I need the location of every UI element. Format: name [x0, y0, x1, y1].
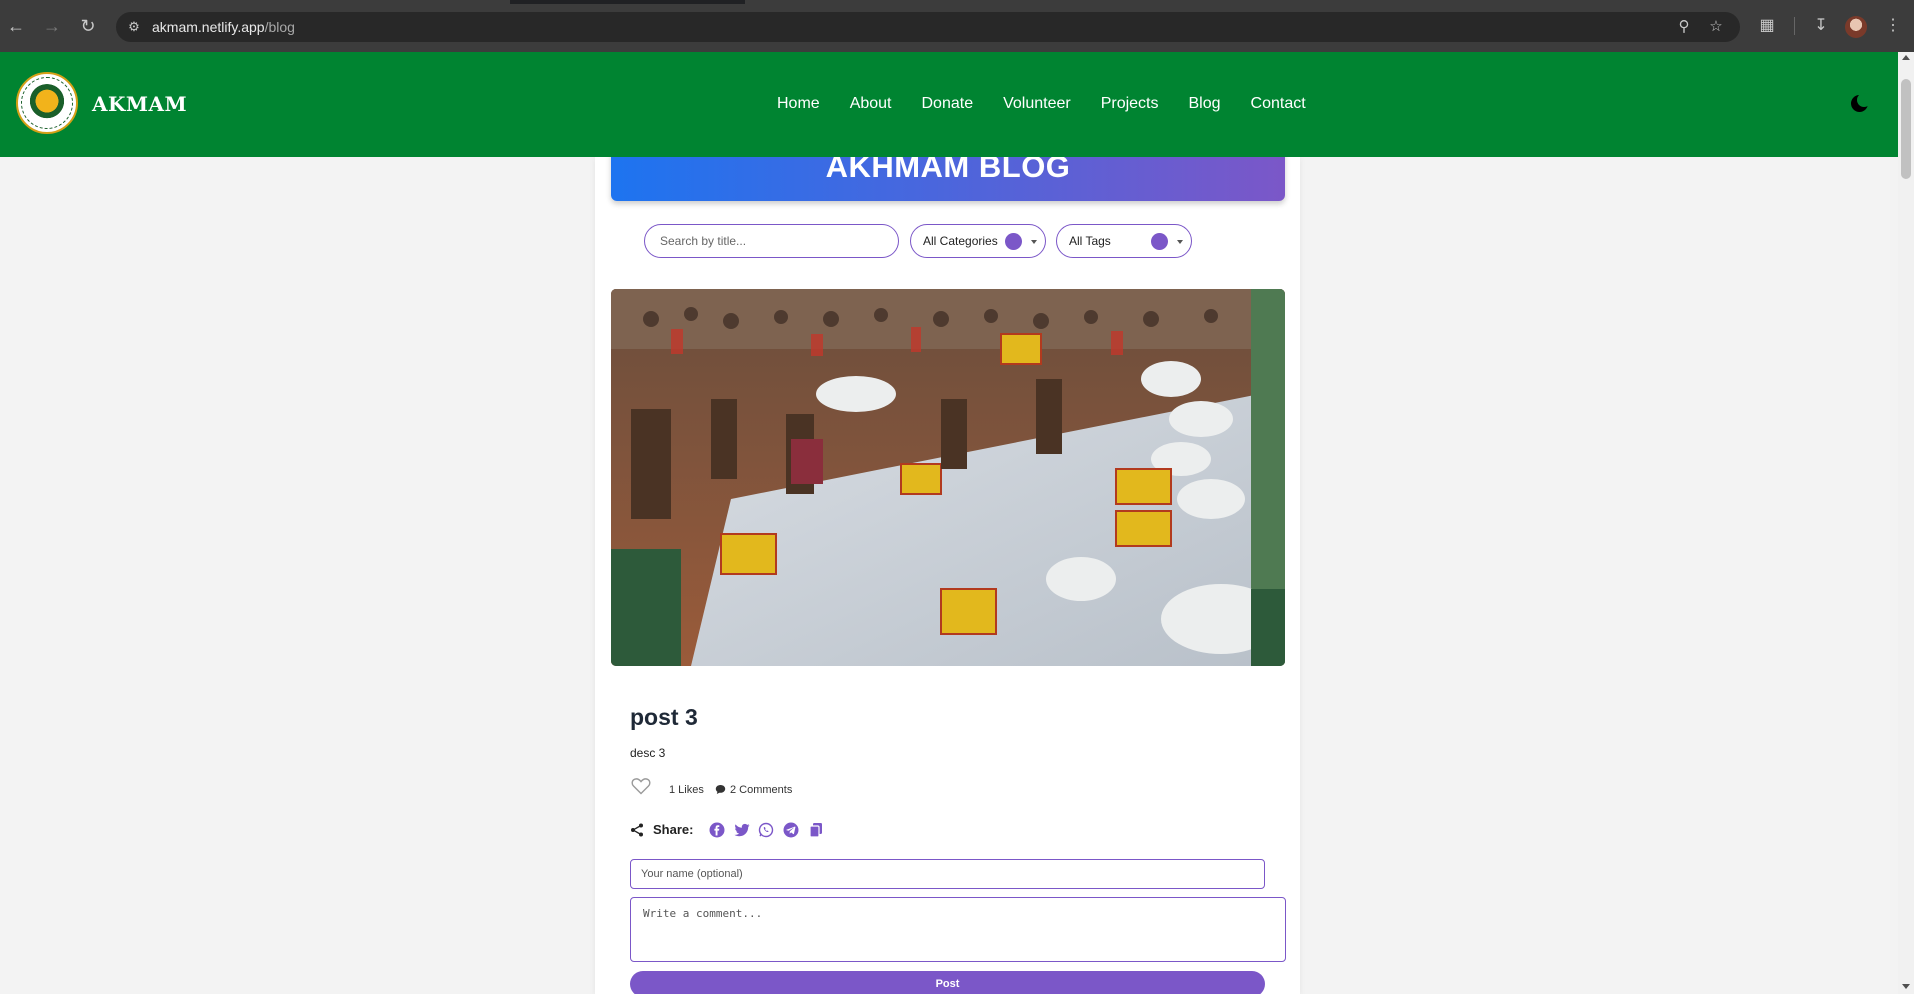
comments-count[interactable]: 2 Comments — [730, 784, 792, 796]
post-comment-button[interactable]: Post — [630, 971, 1265, 994]
whatsapp-icon[interactable] — [758, 822, 774, 838]
bookmark-star-icon[interactable]: ☆ — [1708, 19, 1724, 35]
nav-contact[interactable]: Contact — [1251, 94, 1306, 114]
blog-panel: AKHMAM BLOG All Categories All Tags — [595, 157, 1300, 994]
name-input[interactable] — [630, 859, 1265, 889]
logo[interactable] — [16, 72, 78, 134]
chevron-down-icon — [1177, 240, 1183, 244]
address-bar[interactable]: ⚙ akmam.netlify.app/blog ⚲ ☆ — [116, 12, 1740, 42]
tab-strip — [0, 0, 1914, 4]
nav-projects[interactable]: Projects — [1101, 94, 1159, 114]
nav-home[interactable]: Home — [777, 94, 820, 114]
post-description: desc 3 — [630, 746, 666, 760]
food-distribution-photo — [611, 289, 1285, 666]
forward-icon[interactable]: → — [40, 14, 64, 38]
scroll-down-arrow-icon[interactable] — [1902, 984, 1910, 989]
share-label: Share: — [653, 822, 694, 837]
scroll-thumb[interactable] — [1901, 79, 1911, 179]
likes-count: 1 Likes — [669, 784, 704, 796]
scroll-up-arrow-icon[interactable] — [1902, 55, 1910, 60]
brand-name[interactable]: AKMAM — [92, 92, 187, 116]
main-nav: Home About Donate Volunteer Projects Blo… — [777, 94, 1336, 114]
comment-textarea[interactable] — [630, 897, 1286, 962]
category-select[interactable]: All Categories — [910, 224, 1046, 258]
category-color-dot — [1005, 233, 1022, 250]
blog-banner: AKHMAM BLOG — [611, 157, 1285, 201]
site-header: AKMAM Home About Donate Volunteer Projec… — [0, 52, 1898, 157]
post-title[interactable]: post 3 — [630, 704, 698, 731]
comment-bubble-icon — [715, 785, 726, 794]
tag-select-label: All Tags — [1069, 234, 1111, 248]
post-image[interactable] — [611, 289, 1285, 666]
blog-title: AKHMAM BLOG — [825, 157, 1071, 184]
chevron-down-icon — [1031, 240, 1037, 244]
facebook-icon[interactable] — [709, 822, 725, 838]
nav-blog[interactable]: Blog — [1189, 94, 1221, 114]
menu-kebab-icon[interactable]: ⋮ — [1882, 15, 1904, 37]
site-info-icon[interactable]: ⚙ — [126, 19, 142, 35]
profile-avatar[interactable] — [1845, 16, 1867, 38]
download-icon[interactable]: ↧ — [1810, 15, 1832, 37]
nav-volunteer[interactable]: Volunteer — [1003, 94, 1071, 114]
dark-mode-moon-icon[interactable] — [1849, 93, 1871, 114]
tag-color-dot — [1151, 233, 1168, 250]
browser-toolbar: ← → ↻ ⚙ akmam.netlify.app/blog ⚲ ☆ ▦ ↧ ⋮ — [0, 0, 1914, 52]
page-scrollbar[interactable] — [1898, 52, 1914, 994]
copy-link-icon[interactable] — [808, 822, 824, 838]
extensions-icon[interactable]: ▦ — [1756, 15, 1778, 37]
twitter-icon[interactable] — [734, 822, 750, 838]
search-input[interactable] — [644, 224, 899, 258]
url-text[interactable]: akmam.netlify.app/blog — [152, 19, 295, 35]
back-icon[interactable]: ← — [4, 14, 28, 38]
heart-icon[interactable] — [631, 777, 651, 795]
share-icon — [631, 823, 643, 837]
zoom-icon[interactable]: ⚲ — [1676, 19, 1692, 35]
telegram-icon[interactable] — [783, 822, 799, 838]
category-select-label: All Categories — [923, 234, 998, 248]
toolbar-divider — [1794, 17, 1795, 35]
nav-about[interactable]: About — [850, 94, 892, 114]
tag-select[interactable]: All Tags — [1056, 224, 1192, 258]
reload-icon[interactable]: ↻ — [76, 14, 100, 38]
page-content: AKHMAM BLOG All Categories All Tags — [0, 157, 1898, 994]
nav-donate[interactable]: Donate — [922, 94, 974, 114]
